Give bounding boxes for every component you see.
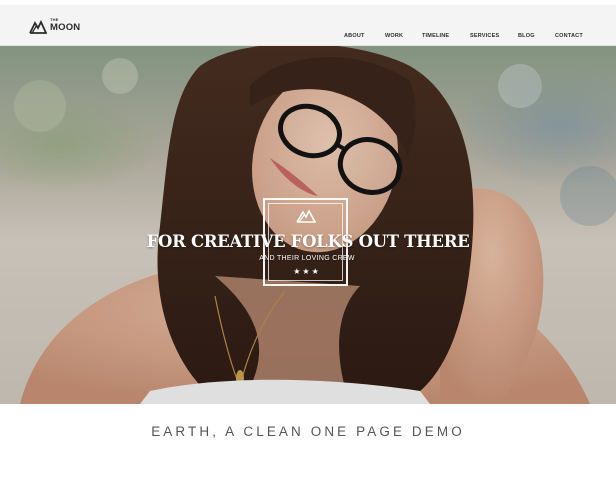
hero-stars: ★★★ <box>293 267 321 276</box>
nav-item-blog[interactable]: BLOG <box>518 32 535 40</box>
hero-title: FOR CREATIVE FOLKS OUT THERE <box>146 232 470 251</box>
nav-item-services[interactable]: SERVICES <box>470 32 499 40</box>
nav-item-about[interactable]: ABOUT <box>344 32 365 40</box>
hero-subtitle: AND THEIR LOVING CREW <box>259 255 355 262</box>
site-header: THE MOON ABOUT WORK TIMELINE SERVICES BL… <box>0 5 616 46</box>
main-nav: ABOUT WORK TIMELINE SERVICES BLOG CONTAC… <box>0 32 616 44</box>
hero-section: FOR CREATIVE FOLKS OUT THERE AND THEIR L… <box>0 46 616 404</box>
nav-item-contact[interactable]: CONTACT <box>555 32 583 40</box>
logo-small-text: THE <box>50 17 59 22</box>
nav-item-timeline[interactable]: TIMELINE <box>422 32 449 40</box>
nav-item-work[interactable]: WORK <box>385 32 403 40</box>
page-tagline: EARTH, A CLEAN ONE PAGE DEMO <box>151 424 465 439</box>
mountain-icon <box>296 209 316 223</box>
